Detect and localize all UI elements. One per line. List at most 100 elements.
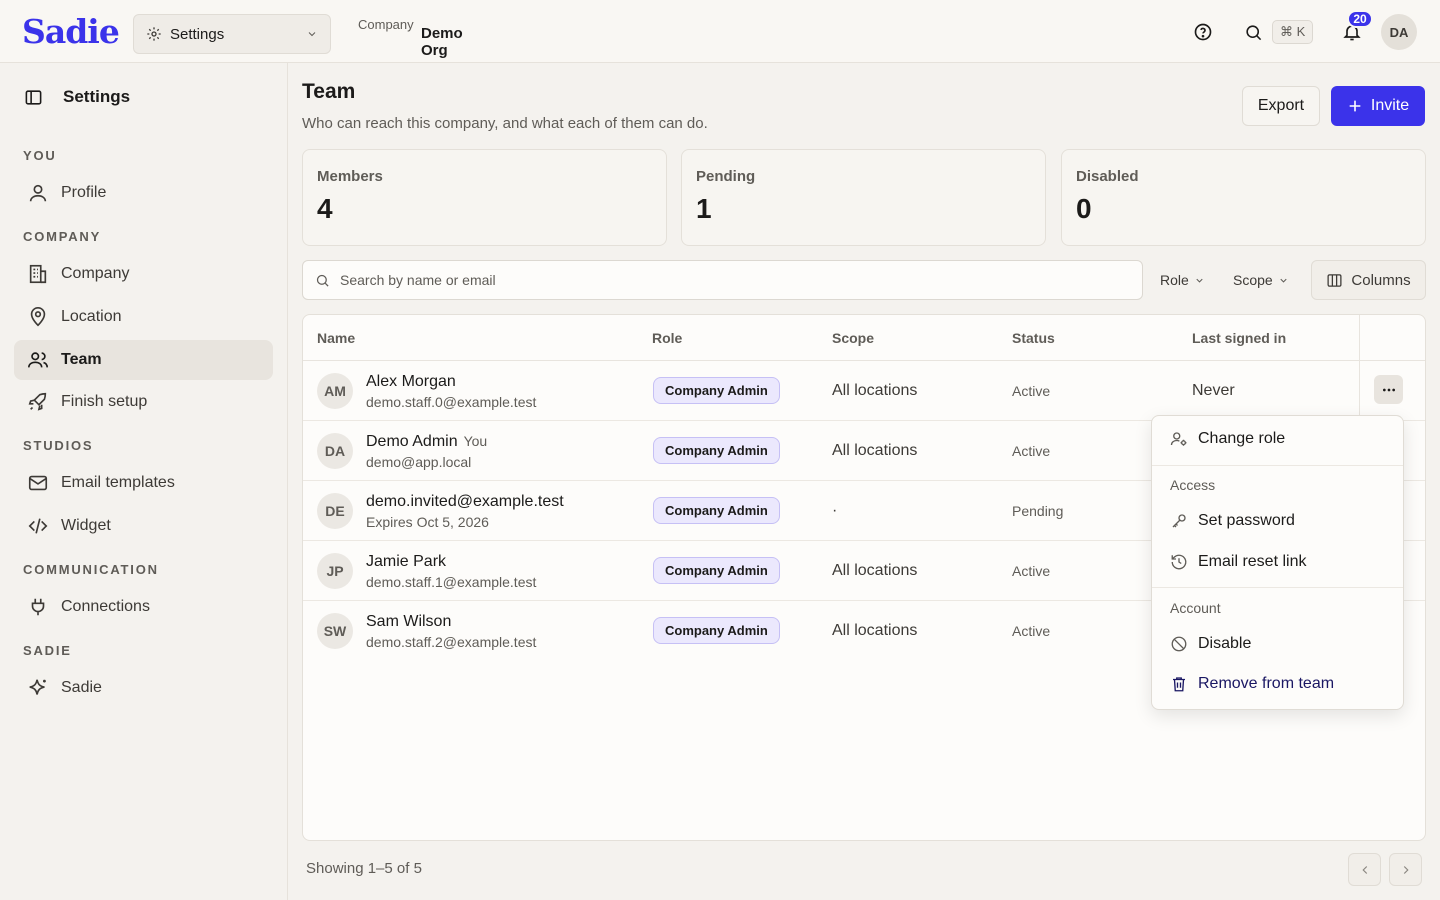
member-email: demo.staff.1@example.test: [366, 574, 537, 590]
role-filter[interactable]: Role: [1160, 260, 1205, 300]
sidebar-item-team[interactable]: Team: [14, 340, 273, 380]
stat-label: Pending: [696, 168, 756, 185]
sidebar-item-location[interactable]: Location: [14, 297, 273, 337]
role-badge: Company Admin: [653, 437, 780, 464]
menu-item-label: Change role: [1198, 430, 1286, 447]
column-header-scope[interactable]: Scope: [832, 330, 874, 346]
member-last-signed-in: Never: [1192, 382, 1235, 399]
sidebar-item-label: Widget: [61, 517, 111, 534]
invite-button-label: Invite: [1370, 97, 1410, 114]
sidebar-item-label: Sadie: [61, 679, 102, 696]
map-pin-icon: [27, 306, 49, 328]
user-cog-icon: [1170, 430, 1188, 448]
menu-item-change-role[interactable]: Change role: [1170, 430, 1285, 448]
search-input[interactable]: [340, 272, 1100, 288]
pagination-summary: Showing 1–5 of 5: [306, 860, 422, 877]
menu-divider: [1152, 465, 1403, 466]
stat-value: 1: [696, 193, 712, 224]
member-name: Alex Morgan: [366, 373, 456, 391]
notification-badge: 20: [1347, 10, 1373, 28]
menu-item-disable[interactable]: Disable: [1170, 635, 1251, 653]
sidebar-item-email-templates[interactable]: Email templates: [14, 463, 273, 503]
org-switcher[interactable]: Demo Org Company: [358, 13, 463, 59]
menu-heading-access: Access: [1170, 477, 1216, 493]
chevron-down-icon: [306, 28, 318, 40]
column-header-name[interactable]: Name: [317, 330, 355, 346]
gear-icon: [146, 26, 162, 42]
member-scope: All locations: [832, 622, 918, 639]
search-icon[interactable]: [1241, 20, 1265, 44]
history-icon: [1170, 553, 1188, 571]
more-horizontal-icon: [1381, 382, 1397, 398]
next-page-button[interactable]: [1389, 853, 1422, 886]
member-avatar: DA: [317, 433, 353, 469]
member-search[interactable]: [302, 260, 1143, 300]
workspace-select[interactable]: Settings: [133, 14, 331, 54]
column-header-last-signed-in[interactable]: Last signed in: [1192, 330, 1286, 346]
member-name: Sam Wilson: [366, 613, 451, 631]
org-type: Company: [358, 17, 414, 32]
member-name: demo.invited@example.test: [366, 493, 564, 511]
table-header: Name Role Scope Status Last signed in: [303, 315, 1425, 361]
page-subtitle: Who can reach this company, and what eac…: [302, 115, 708, 132]
trash-icon: [1170, 675, 1188, 693]
member-name-text: Demo Admin: [366, 433, 458, 450]
brand-logo[interactable]: Sadie: [22, 12, 120, 51]
columns-button-label: Columns: [1351, 271, 1411, 289]
table-row[interactable]: AM Alex Morgan demo.staff.0@example.test…: [303, 361, 1425, 421]
chevron-down-icon: [1278, 275, 1289, 286]
sidebar-item-sadie[interactable]: Sadie: [14, 668, 273, 708]
member-name-text: demo.invited@example.test: [366, 493, 564, 510]
sidebar-item-label: Company: [61, 265, 130, 282]
sidebar-toggle-icon[interactable]: [24, 88, 43, 107]
role-badge: Company Admin: [653, 497, 780, 524]
stat-card-pending: Pending 1: [681, 149, 1046, 246]
code-icon: [27, 515, 49, 537]
sidebar-item-finish-setup[interactable]: Finish setup: [14, 382, 273, 422]
help-icon[interactable]: [1191, 20, 1215, 44]
column-header-status[interactable]: Status: [1012, 330, 1055, 346]
columns-button[interactable]: Columns: [1311, 260, 1426, 300]
member-name-text: Jamie Park: [366, 553, 447, 570]
user-avatar[interactable]: DA: [1381, 14, 1417, 50]
member-avatar: AM: [317, 373, 353, 409]
scope-filter[interactable]: Scope: [1233, 260, 1289, 300]
column-header-role[interactable]: Role: [652, 330, 682, 346]
top-bar: Sadie Settings Demo Org Company ⌘ K 20 D…: [0, 0, 1440, 63]
stat-card-disabled: Disabled 0: [1061, 149, 1426, 246]
sidebar: Settings YOU Profile COMPANY Company Loc…: [0, 63, 288, 900]
columns-icon: [1326, 272, 1343, 289]
chevron-down-icon: [1194, 275, 1205, 286]
row-actions-menu: Change role Access Set password Email re…: [1151, 415, 1404, 710]
users-icon: [27, 349, 49, 371]
menu-item-label: Email reset link: [1198, 553, 1307, 570]
member-avatar: JP: [317, 553, 353, 589]
row-actions-button[interactable]: [1374, 375, 1403, 404]
sidebar-item-profile[interactable]: Profile: [14, 173, 273, 213]
mail-icon: [27, 472, 49, 494]
sidebar-item-label: Profile: [61, 184, 107, 201]
rocket-icon: [27, 391, 49, 413]
menu-item-email-reset-link[interactable]: Email reset link: [1170, 553, 1306, 571]
chevron-right-icon: [1399, 863, 1413, 877]
prev-page-button[interactable]: [1348, 853, 1381, 886]
command-shortcut[interactable]: ⌘ K: [1272, 20, 1314, 44]
menu-item-label: Remove from team: [1198, 675, 1335, 692]
sidebar-item-company[interactable]: Company: [14, 254, 273, 294]
sidebar-item-label: Finish setup: [61, 393, 148, 410]
org-name: Demo Org: [421, 25, 463, 59]
member-avatar: SW: [317, 613, 353, 649]
invite-button[interactable]: Invite: [1331, 86, 1425, 126]
sidebar-item-widget[interactable]: Widget: [14, 506, 273, 546]
member-name: Demo Admin You: [366, 433, 487, 451]
menu-divider: [1152, 587, 1403, 588]
sidebar-item-connections[interactable]: Connections: [14, 587, 273, 627]
member-scope: All locations: [832, 442, 918, 459]
member-scope: All locations: [832, 382, 918, 399]
menu-item-set-password[interactable]: Set password: [1170, 512, 1295, 530]
export-button[interactable]: Export: [1242, 86, 1320, 126]
member-scope: All locations: [832, 562, 918, 579]
member-email: demo.staff.2@example.test: [366, 634, 537, 650]
member-status: Active: [1012, 563, 1051, 579]
menu-item-remove-from-team[interactable]: Remove from team: [1170, 675, 1334, 693]
